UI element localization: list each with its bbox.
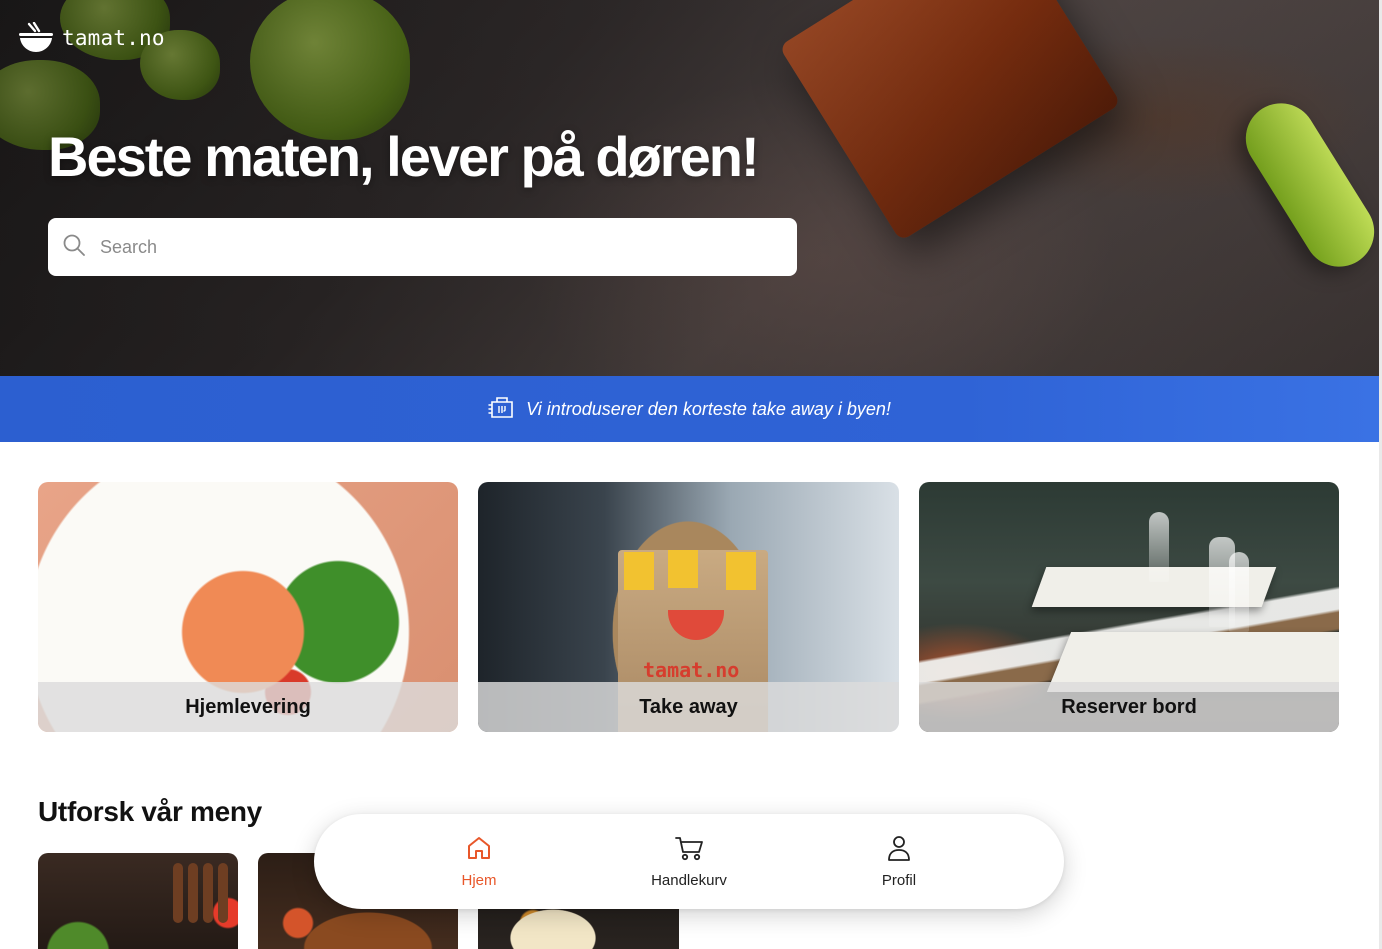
service-card-reserver-bord[interactable]: Reserver bord [919, 482, 1339, 732]
service-card-take-away[interactable]: tamat.no Take away [478, 482, 899, 732]
nav-item-cart[interactable]: Handlekurv [629, 834, 749, 889]
hero-headline: Beste maten, lever på døren! [48, 125, 760, 188]
service-card-label-bar: Reserver bord [919, 682, 1339, 732]
user-icon [885, 834, 913, 866]
bowl-icon [18, 22, 54, 54]
page: tamat.no Beste maten, lever på døren! Vi… [0, 0, 1382, 949]
search-input[interactable] [100, 236, 780, 258]
pepper-mill-shape [218, 863, 228, 923]
service-card-label: Hjemlevering [185, 695, 311, 718]
promo-banner[interactable]: Vi introduserer den korteste take away i… [0, 376, 1379, 442]
service-card-label: Reserver bord [1061, 695, 1197, 718]
bottom-navigation: Hjem Handlekurv Profil [314, 814, 1064, 909]
pepper-mill-shape [188, 863, 198, 923]
takeaway-bag-icon [488, 394, 516, 425]
cart-icon [674, 834, 704, 866]
nav-item-label: Handlekurv [651, 872, 727, 889]
service-card-label-bar: Take away [478, 682, 899, 732]
wine-glass-shape [1149, 512, 1169, 582]
hero-section: tamat.no Beste maten, lever på døren! [0, 0, 1382, 376]
bag-brand-text: tamat.no [643, 658, 740, 682]
pepper-mill-shape [173, 863, 183, 923]
brand-name: tamat.no [62, 26, 165, 50]
service-card-label-bar: Hjemlevering [38, 682, 458, 732]
menu-item-card[interactable] [38, 853, 238, 949]
home-icon [465, 834, 493, 866]
nav-item-home[interactable]: Hjem [419, 834, 539, 889]
nav-item-label: Profil [881, 872, 917, 889]
section-title-menu: Utforsk vår meny [38, 796, 262, 827]
pepper-mill-shape [203, 863, 213, 923]
bag-sticker [668, 550, 698, 588]
service-card-hjemlevering[interactable]: Hjemlevering [38, 482, 458, 732]
search-icon [62, 233, 86, 262]
brand-logo[interactable]: tamat.no [18, 22, 165, 54]
bag-sticker [726, 552, 756, 590]
nav-item-label: Hjem [461, 872, 497, 889]
bag-sticker [624, 552, 654, 590]
nav-item-profile[interactable]: Profil [839, 834, 959, 889]
search-bar[interactable] [48, 218, 797, 276]
wine-glass-shape [1229, 552, 1249, 632]
promo-banner-text: Vi introduserer den korteste take away i… [526, 398, 891, 419]
service-card-label: Take away [639, 695, 738, 718]
